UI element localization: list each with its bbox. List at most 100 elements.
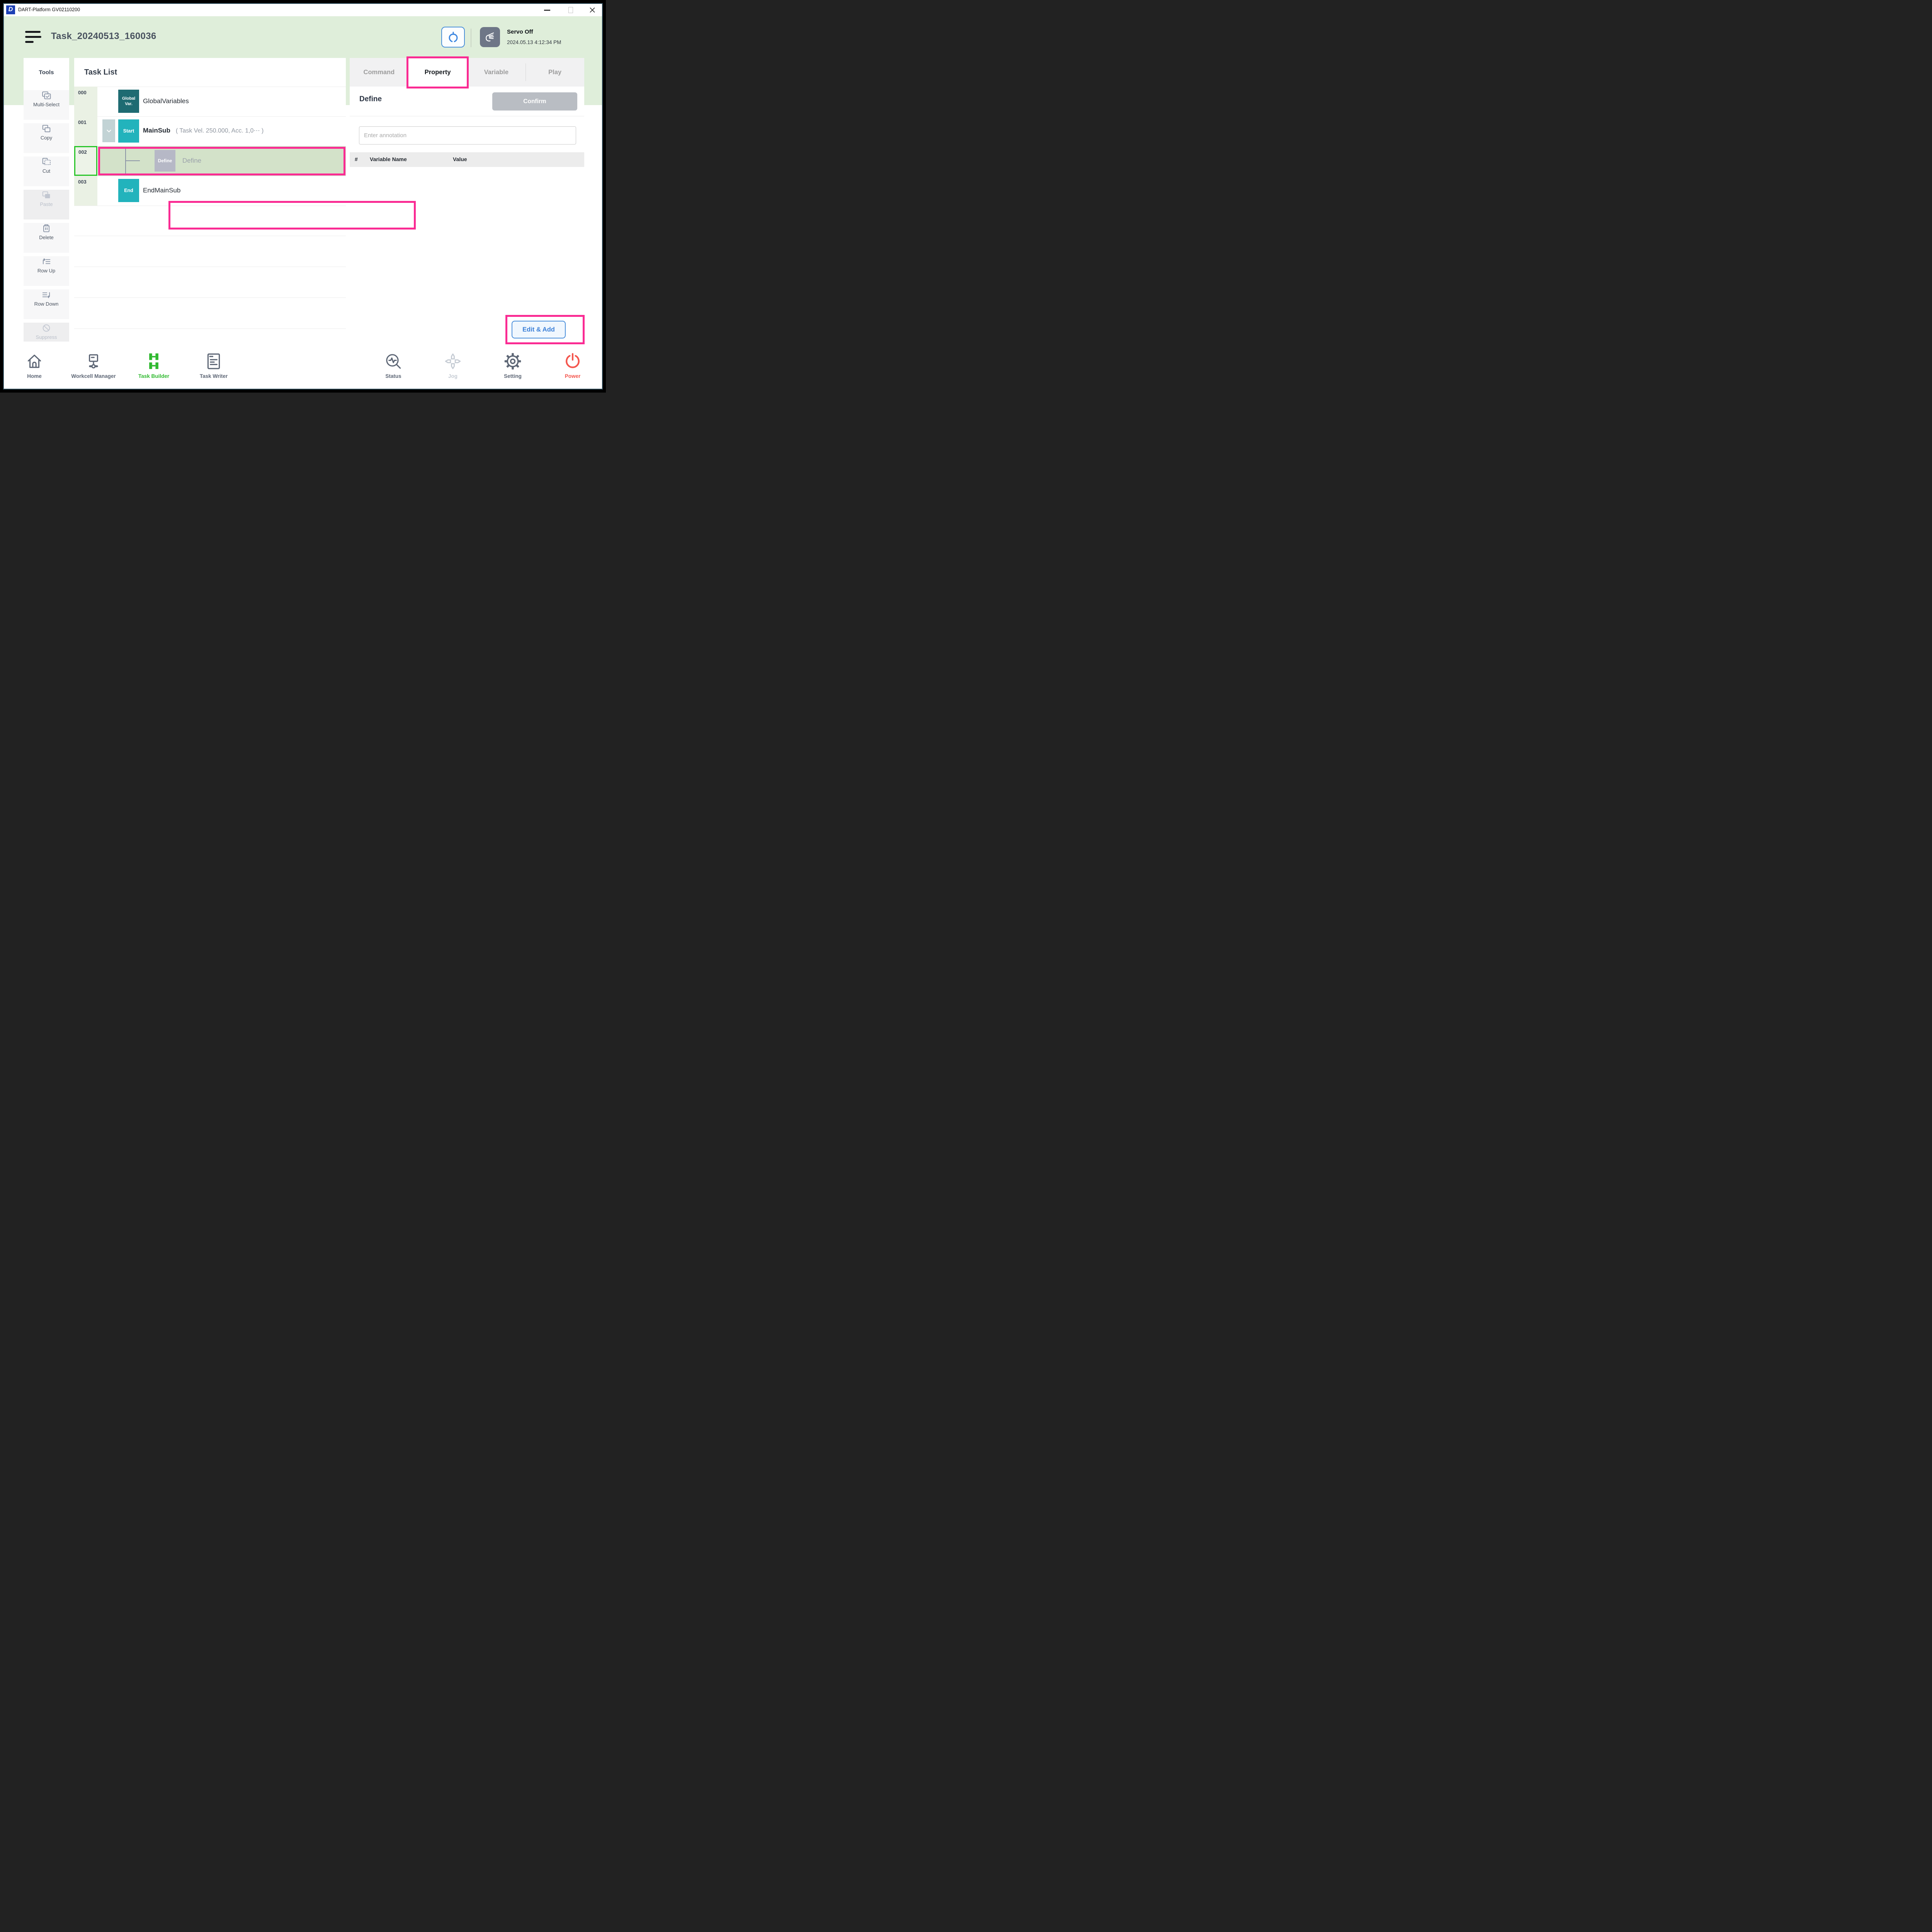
- section-title: Define: [359, 95, 382, 104]
- tool-label: Copy: [24, 135, 69, 141]
- tab-property[interactable]: Property: [408, 58, 467, 87]
- nav-status[interactable]: Status: [364, 342, 423, 386]
- start-badge: Start: [118, 119, 139, 143]
- tools-panel-title: Tools: [24, 58, 69, 87]
- tool-label: Cut: [24, 168, 69, 174]
- tab-play[interactable]: Play: [526, 58, 584, 87]
- servo-status: Servo Off: [507, 29, 533, 35]
- define-badge: Define: [155, 150, 175, 172]
- nav-label: Status: [364, 373, 423, 379]
- row-down-icon: [41, 289, 52, 300]
- row-separator: [74, 328, 346, 329]
- task-list-title: Task List: [84, 68, 117, 77]
- maximize-button[interactable]: [568, 7, 573, 13]
- tool-label: Multi-Select: [24, 102, 69, 107]
- tool-multi-select[interactable]: Multi-Select: [24, 90, 69, 120]
- annotation-input[interactable]: [359, 126, 576, 145]
- nav-label: Workcell Manager: [64, 373, 123, 379]
- bottom-navigation: Home Workcell Manager Tas: [4, 342, 603, 389]
- app-window: D DART-Platform GV02110200 Task_20240513…: [3, 3, 603, 389]
- variable-table-header: # Variable Name Value: [350, 152, 584, 167]
- confirm-button[interactable]: Confirm: [492, 92, 577, 111]
- status-datetime: 2024.05.13 4:12:34 PM: [507, 39, 561, 45]
- home-icon: [25, 352, 44, 371]
- row-up-icon: [41, 256, 52, 267]
- status-icon: [384, 352, 403, 371]
- nav-jog: Jog: [423, 342, 483, 386]
- window-title: DART-Platform GV02110200: [18, 4, 80, 16]
- table-row[interactable]: End EndMainSub: [74, 176, 346, 206]
- tool-delete[interactable]: Delete: [24, 223, 69, 253]
- paste-icon: [41, 190, 52, 201]
- table-row-selected[interactable]: Define Define: [98, 146, 346, 176]
- tool-cut[interactable]: Cut: [24, 156, 69, 186]
- edit-add-button[interactable]: Edit & Add: [512, 321, 566, 338]
- close-button[interactable]: [589, 7, 596, 14]
- app-logo-icon: D: [6, 5, 15, 14]
- power-icon: [563, 352, 582, 371]
- task-list-panel: Task List 000 GlobalVar. GlobalVariables…: [74, 58, 346, 341]
- multi-select-icon: [41, 90, 52, 101]
- tab-variable[interactable]: Variable: [467, 58, 526, 87]
- nav-label: Home: [5, 373, 64, 379]
- row-params: ( Task Vel. 250.000, Acc. 1,0⋯ ): [176, 128, 264, 134]
- gripper-icon: [446, 30, 460, 44]
- row-label: GlobalVariables: [143, 97, 189, 105]
- tool-label: Row Down: [24, 301, 69, 307]
- row-label: EndMainSub: [143, 187, 180, 194]
- row-label: Define: [182, 157, 201, 165]
- table-row[interactable]: Start MainSub( Task Vel. 250.000, Acc. 1…: [74, 116, 346, 146]
- column-hash: #: [355, 156, 358, 162]
- tree-connector-vertical: [125, 148, 126, 175]
- title-bar: D DART-Platform GV02110200: [4, 4, 602, 16]
- property-panel: Command Property Variable Play Define Co…: [350, 58, 584, 341]
- close-icon: [589, 7, 596, 14]
- column-variable-name: Variable Name: [370, 156, 407, 162]
- manual-mode-badge: [480, 27, 500, 47]
- nav-label: Setting: [483, 373, 543, 379]
- tools-panel: Tools Multi-Select Copy: [24, 58, 69, 354]
- trash-icon: [41, 223, 52, 234]
- screenshot-frame: D DART-Platform GV02110200 Task_20240513…: [0, 0, 606, 393]
- jog-icon: [443, 352, 463, 371]
- nav-label: Task Builder: [124, 373, 184, 379]
- nav-home[interactable]: Home: [5, 342, 64, 386]
- tool-paste: Paste: [24, 190, 69, 219]
- workcell-manager-icon: [84, 352, 103, 371]
- cut-icon: [41, 156, 52, 167]
- row-label: MainSub( Task Vel. 250.000, Acc. 1,0⋯ ): [143, 127, 264, 134]
- gear-icon: [503, 352, 522, 371]
- nav-label: Jog: [423, 373, 483, 379]
- right-panel-tabs: Command Property Variable Play: [350, 58, 584, 87]
- gripper-tool-button[interactable]: [441, 27, 465, 48]
- tool-copy[interactable]: Copy: [24, 123, 69, 153]
- table-row[interactable]: GlobalVar. GlobalVariables: [74, 87, 346, 116]
- minimize-button[interactable]: [544, 10, 550, 11]
- nav-label: Power: [543, 373, 602, 379]
- task-writer-icon: [204, 352, 223, 371]
- column-value: Value: [453, 156, 467, 162]
- nav-power[interactable]: Power: [543, 342, 602, 386]
- suppress-icon: [41, 323, 52, 333]
- end-badge: End: [118, 179, 139, 202]
- nav-label: Task Writer: [184, 373, 243, 379]
- nav-task-writer[interactable]: Task Writer: [184, 342, 243, 386]
- tool-label: Suppress: [24, 334, 69, 340]
- tool-label: Row Up: [24, 268, 69, 274]
- menu-hamburger-icon[interactable]: [25, 31, 42, 43]
- task-title: Task_20240513_160036: [51, 31, 156, 42]
- tool-row-down[interactable]: Row Down: [24, 289, 69, 319]
- global-var-badge: GlobalVar.: [118, 90, 139, 113]
- copy-icon: [41, 123, 52, 134]
- nav-setting[interactable]: Setting: [483, 342, 543, 386]
- selected-row-number: 002: [74, 146, 97, 176]
- task-builder-icon: [144, 352, 163, 371]
- nav-workcell-manager[interactable]: Workcell Manager: [64, 342, 123, 386]
- tab-command[interactable]: Command: [350, 58, 408, 87]
- tool-label: Delete: [24, 235, 69, 240]
- nav-task-builder[interactable]: Task Builder: [124, 342, 184, 386]
- tool-label: Paste: [24, 201, 69, 207]
- hand-icon: [483, 30, 497, 44]
- tree-connector-horizontal: [125, 160, 140, 161]
- tool-row-up[interactable]: Row Up: [24, 256, 69, 286]
